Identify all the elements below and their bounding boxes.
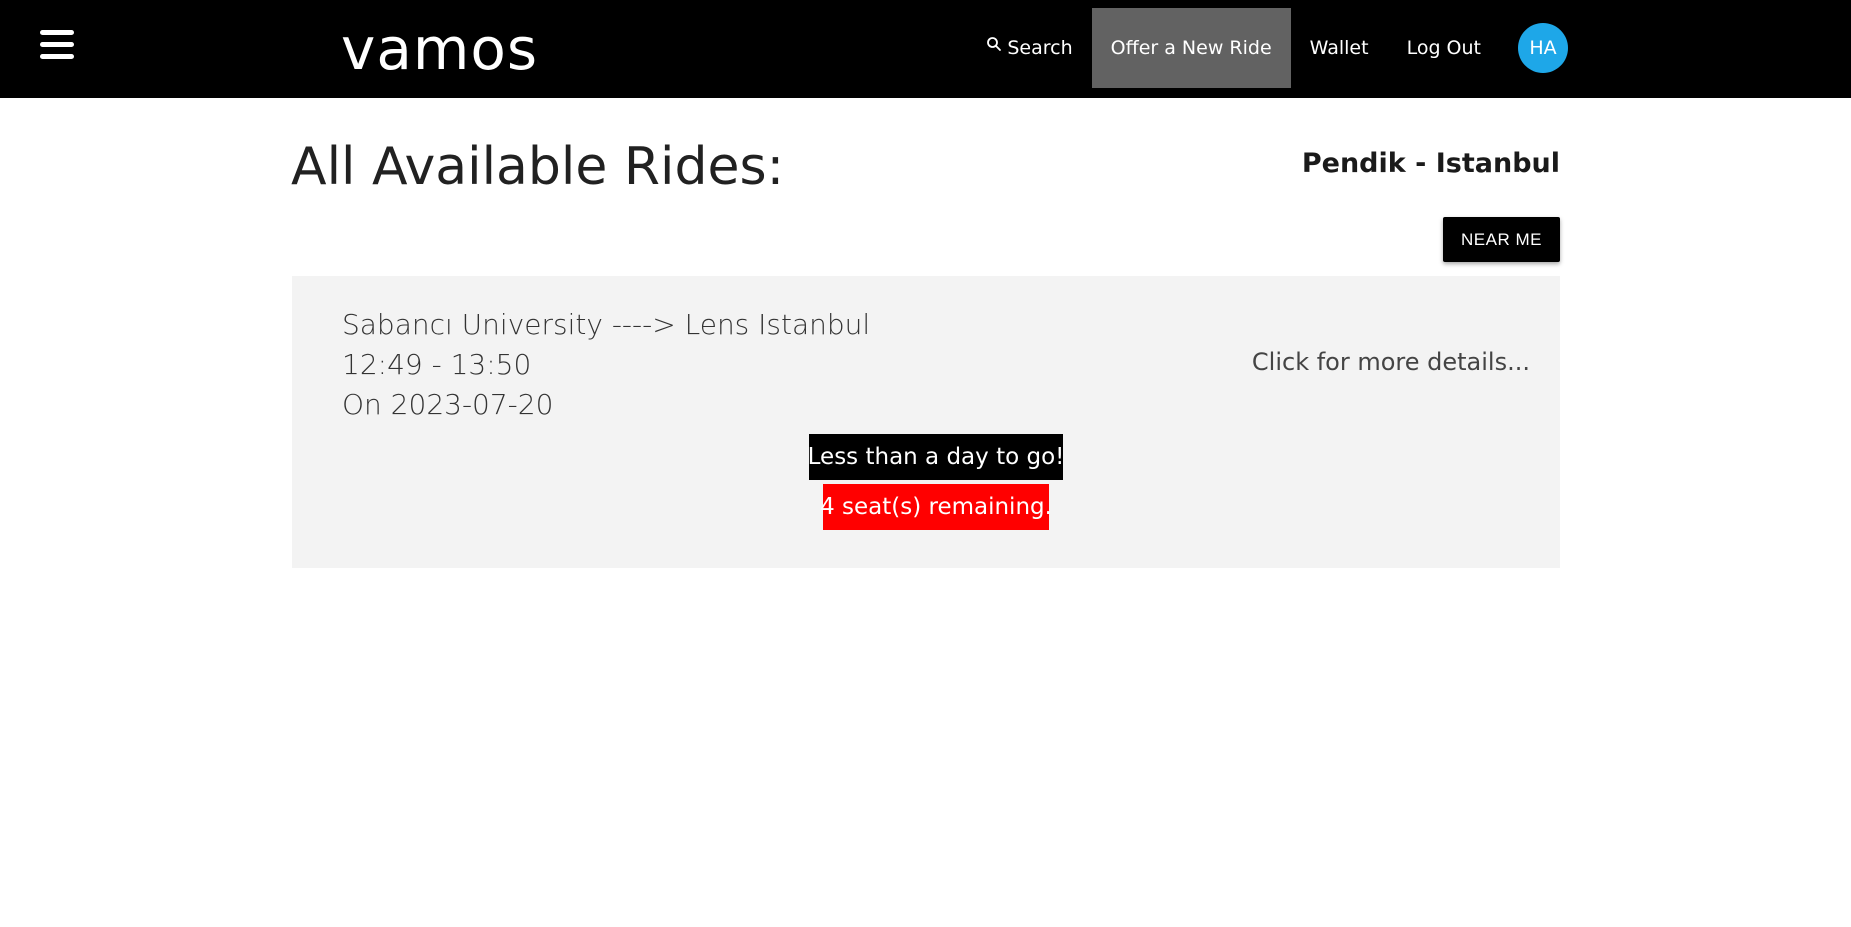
ride-route: Sabancı University ----> Lens Istanbul (342, 308, 871, 341)
avatar[interactable]: HA (1518, 23, 1568, 73)
current-location: Pendik - Istanbul (1301, 148, 1560, 179)
near-me-button[interactable]: NEAR ME (1443, 217, 1560, 262)
nav-wallet[interactable]: Wallet (1291, 8, 1388, 88)
hamburger-menu-icon[interactable] (40, 30, 74, 60)
search-icon (987, 37, 1002, 51)
brand-logo[interactable]: vamos (341, 16, 538, 82)
time-remaining-badge: Less than a day to go! (808, 434, 1064, 480)
main-nav: Search Offer a New Ride Wallet Log Out H… (967, 8, 1568, 88)
top-navigation-bar: vamos Search Offer a New Ride Wallet Log… (0, 0, 1851, 98)
ride-time: 12:49 - 13:50 (342, 348, 532, 381)
page-title: All Available Rides: (291, 137, 785, 197)
nav-log-out[interactable]: Log Out (1388, 8, 1500, 88)
nav-search[interactable]: Search (967, 8, 1091, 88)
seats-remaining-badge: 4 seat(s) remaining. (820, 484, 1052, 530)
ride-card[interactable]: Sabancı University ----> Lens Istanbul 1… (292, 276, 1560, 568)
ride-details-link[interactable]: Click for more details... (1252, 348, 1530, 376)
ride-date: On 2023-07-20 (342, 388, 554, 421)
nav-offer-new-ride[interactable]: Offer a New Ride (1091, 8, 1291, 88)
nav-search-label: Search (1007, 37, 1073, 59)
